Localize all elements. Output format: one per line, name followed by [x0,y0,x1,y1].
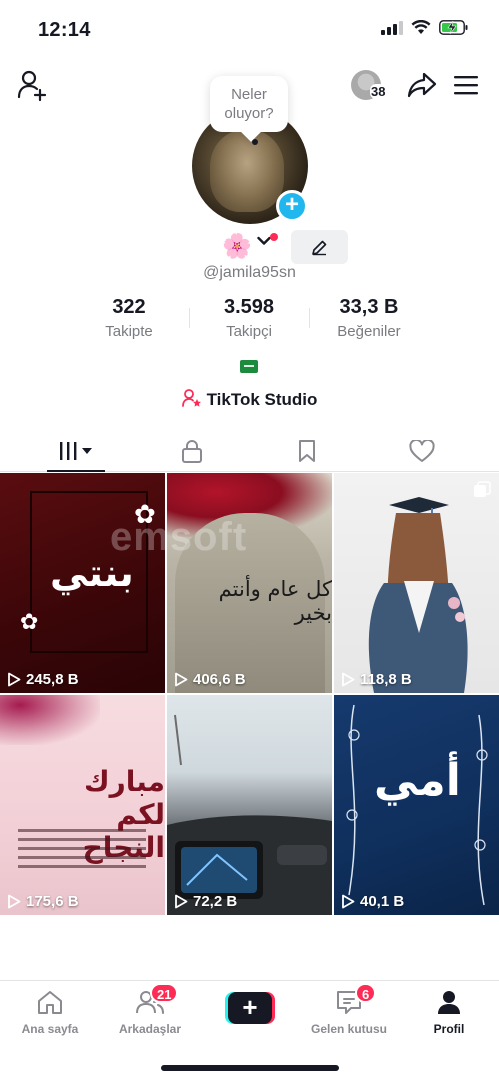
video-caption: كل عام وأنتم بخير [218,577,332,625]
video-views: 245,8 B [7,671,79,688]
video-views: 406,6 B [174,671,246,688]
video-thumbnail[interactable]: 118,8 B [334,473,499,693]
nav-home[interactable]: Ana sayfa [0,989,100,1036]
bubble-line-2: oluyor? [224,105,274,122]
stat-label: Beğeniler [337,323,401,340]
signal-icon [381,20,403,35]
avatar-face [210,130,284,212]
text-lines-decoration [18,823,146,874]
video-thumbnail[interactable]: مبارك لكم النجاح 175,6 B [0,695,165,915]
nav-label: Ana sayfa [21,1022,79,1036]
play-icon [175,894,188,909]
nav-label: Profil [433,1022,465,1036]
saudi-flag-icon [240,360,258,373]
video-thumbnail[interactable]: كل عام وأنتم بخير 406,6 B [167,473,332,693]
add-story-plus-icon[interactable]: + [276,190,308,222]
nav-friends[interactable]: 21 Arkadaşlar [100,983,200,1036]
header-actions: 38 [351,68,479,102]
stat-following[interactable]: 322 Takipte [69,296,189,340]
bubble-pointer-dot [252,139,258,145]
edit-profile-button[interactable] [291,230,348,264]
floral-decoration [0,695,100,745]
create-button[interactable]: + [225,992,275,1024]
chevron-down-icon[interactable] [257,236,271,246]
friends-badge: 21 [150,983,179,1003]
video-views: 40,1 B [341,893,404,910]
play-icon [342,894,355,909]
bottom-navigation: Ana sayfa 21 Arkadaşlar + 6 Gelen kutusu… [0,980,499,1080]
car-dashboard-illustration [167,714,332,915]
grid-filter-icon [60,442,92,460]
inbox-badge: 6 [355,983,377,1003]
notification-dot [270,233,278,241]
video-grid: بنتي ✿ ✿ 245,8 B كل عام وأنتم بخير 406,6… [0,473,499,917]
nav-inbox[interactable]: 6 Gelen kutusu [299,983,399,1036]
graduate-illustration [368,497,468,693]
video-views: 175,6 B [7,893,79,910]
tab-videos[interactable] [14,430,138,472]
studio-label: TikTok Studio [206,390,318,409]
play-icon [8,894,21,909]
home-icon [38,991,62,1014]
views-count: 40,1 B [360,893,405,910]
tab-liked[interactable] [360,430,484,472]
status-bar: 12:14 [0,0,499,60]
views-count: 245,8 B [26,671,79,688]
video-thumbnail[interactable]: بنتي ✿ ✿ 245,8 B [0,473,165,693]
stat-label: Takipte [105,323,153,340]
views-count: 118,8 B [360,671,412,688]
video-views: 72,2 B [174,893,237,910]
profile-views-count: 38 [370,84,387,99]
views-count: 406,6 B [193,671,246,688]
status-time: 12:14 [38,19,91,41]
play-icon [342,672,355,687]
nav-label: Gelen kutusu [310,1022,387,1036]
display-name-emoji[interactable]: 🌸 [222,232,252,261]
profile-icon [438,991,460,1014]
tab-private[interactable] [130,430,254,472]
nav-profile[interactable]: Profil [399,989,499,1036]
tab-saved[interactable] [245,430,369,472]
stat-value: 33,3 B [339,296,399,318]
flower-decoration: ✿ [20,609,39,634]
views-count: 175,6 B [26,893,79,910]
username: @jamila95sn [203,264,296,281]
nav-label: Arkadaşlar [118,1022,182,1036]
bubble-line-1: Neler [231,86,267,103]
active-tab-indicator [47,470,105,472]
stat-followers[interactable]: 3.598 Takipçi [189,296,309,340]
stat-value: 322 [112,296,146,318]
stat-likes[interactable]: 33,3 B Beğeniler [309,296,429,340]
video-caption: أمي [374,755,461,806]
status-icons [381,20,469,35]
studio-person-star-icon [181,389,201,407]
heart-icon [409,439,435,462]
pencil-icon [312,240,327,256]
stat-value: 3.598 [223,296,275,318]
profile-stats: 322 Takipte 3.598 Takipçi 33,3 B Beğenil… [0,296,499,346]
whats-new-bubble[interactable]: Neler oluyor? [210,76,288,132]
play-icon [8,672,21,687]
lock-icon [182,440,202,463]
video-thumbnail[interactable]: أمي 40,1 B [334,695,499,915]
share-icon[interactable] [407,71,437,99]
views-count: 72,2 B [193,893,238,910]
profile-tabs [0,430,499,472]
video-views: 118,8 B [341,671,412,688]
name-row: 🌸 [0,230,499,266]
stat-label: Takipçi [226,323,272,340]
video-thumbnail[interactable]: 72,2 B [167,695,332,915]
home-indicator[interactable] [161,1065,339,1071]
tiktok-studio-link[interactable]: TikTok Studio [0,389,499,410]
menu-icon[interactable] [453,74,479,96]
add-friend-button[interactable] [16,68,50,102]
battery-charging-icon [439,20,468,35]
wifi-icon [411,20,431,34]
add-user-icon [17,70,47,102]
bookmark-icon [299,440,315,462]
watermark: emsoft [110,515,248,559]
play-icon [175,672,188,687]
profile-views-button[interactable]: 38 [351,68,391,102]
plus-icon: + [228,992,272,1024]
